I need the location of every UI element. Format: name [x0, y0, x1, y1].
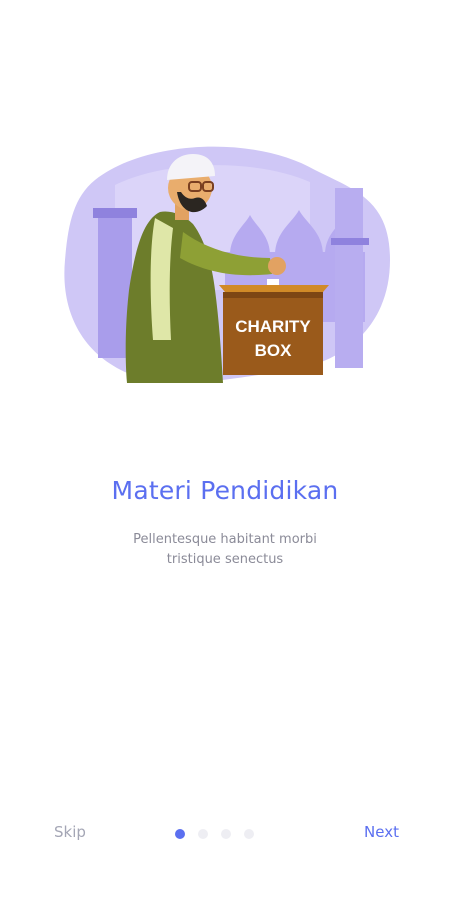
charity-box-label-line2: BOX	[255, 341, 293, 360]
page-dot-3[interactable]	[221, 829, 231, 839]
charity-box-label-line1: CHARITY	[235, 317, 311, 336]
page-indicator	[175, 829, 254, 839]
page-dot-4[interactable]	[244, 829, 254, 839]
page-subtitle: Pellentesque habitant morbi tristique se…	[95, 530, 355, 570]
onboarding-footer: Skip Next	[0, 820, 450, 848]
next-button[interactable]: Next	[364, 823, 399, 841]
charity-box: CHARITY BOX	[219, 279, 329, 375]
charity-box-illustration: CHARITY BOX	[64, 146, 391, 384]
subtitle-line-2: tristique senectus	[166, 552, 284, 567]
subtitle-line-1: Pellentesque habitant morbi	[133, 532, 317, 547]
page-dot-2[interactable]	[198, 829, 208, 839]
onboarding-screen: CHARITY BOX Materi Pendidikan Pellentesq…	[0, 0, 450, 900]
page-dot-1[interactable]	[175, 829, 185, 839]
page-title: Materi Pendidikan	[111, 476, 339, 505]
skip-button[interactable]: Skip	[54, 823, 86, 841]
